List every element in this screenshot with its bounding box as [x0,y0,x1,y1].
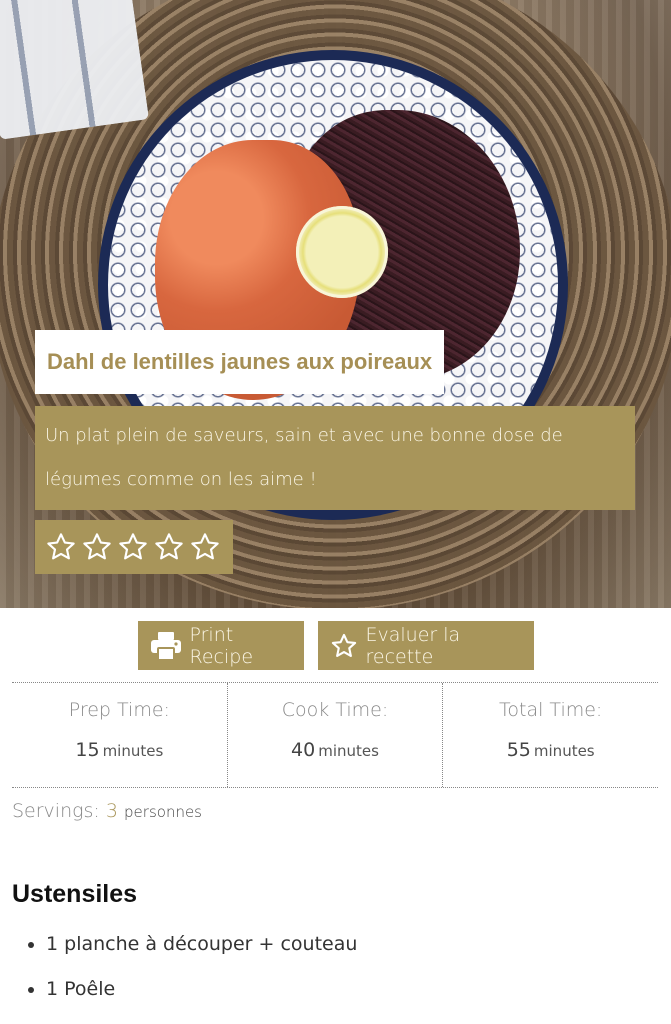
servings-value[interactable]: 3 [106,800,118,822]
servings-unit: personnes [124,803,202,821]
list-item: 1 Poêle [46,967,357,1012]
star-outline-icon[interactable] [81,531,113,563]
prep-time-value-row: 15 minutes [12,739,227,761]
lemon-slice [296,206,388,298]
total-time-value: 55 [506,739,531,761]
rating-stars[interactable] [35,520,233,574]
total-time-label: Total Time: [499,699,603,721]
print-recipe-button[interactable]: Print Recipe [137,621,304,670]
servings: Servings: 3 personnes [12,800,202,822]
kitchen-towel [0,0,150,140]
ustensiles-heading: Ustensiles [12,880,138,908]
list-item: 1 planche à découper + couteau [46,922,357,967]
cook-time-value-row: 40 minutes [228,739,443,761]
star-outline-icon [331,633,356,657]
cook-time-label: Cook Time: [281,699,389,721]
servings-label: Servings: [12,800,100,822]
prep-time-unit: minutes [102,742,164,760]
total-time: Total Time: 55 minutes [443,683,658,787]
total-time-value-row: 55 minutes [443,739,658,761]
recipe-summary-box: Un plat plein de saveurs, sain et avec u… [35,406,635,510]
star-outline-icon[interactable] [189,531,221,563]
prep-time-value: 15 [75,739,100,761]
ustensiles-list: 1 planche à découper + couteau 1 Poêle [12,922,357,1012]
printer-icon [150,631,181,661]
recipe-title-box: Dahl de lentilles jaunes aux poireaux [35,330,445,394]
star-outline-icon[interactable] [117,531,149,563]
recipe-actions: Print Recipe Evaluer la recette [0,621,671,670]
rate-recipe-label: Evaluer la recette [365,623,461,668]
prep-time-label: Prep Time: [68,699,170,721]
star-outline-icon[interactable] [153,531,185,563]
recipe-title: Dahl de lentilles jaunes aux poireaux [47,349,433,374]
cook-time: Cook Time: 40 minutes [228,683,444,787]
cook-time-value: 40 [291,739,316,761]
prep-time: Prep Time: 15 minutes [12,683,228,787]
cook-time-unit: minutes [318,742,379,760]
recipe-hero-image: Dahl de lentilles jaunes aux poireaux Un… [0,0,671,608]
rate-recipe-button[interactable]: Evaluer la recette [317,621,534,670]
star-outline-icon[interactable] [45,531,77,563]
recipe-summary: Un plat plein de saveurs, sain et avec u… [45,425,563,490]
total-time-unit: minutes [533,742,595,760]
recipe-times: Prep Time: 15 minutes Cook Time: 40 minute… [12,682,658,788]
print-recipe-label: Print Recipe [189,623,254,668]
